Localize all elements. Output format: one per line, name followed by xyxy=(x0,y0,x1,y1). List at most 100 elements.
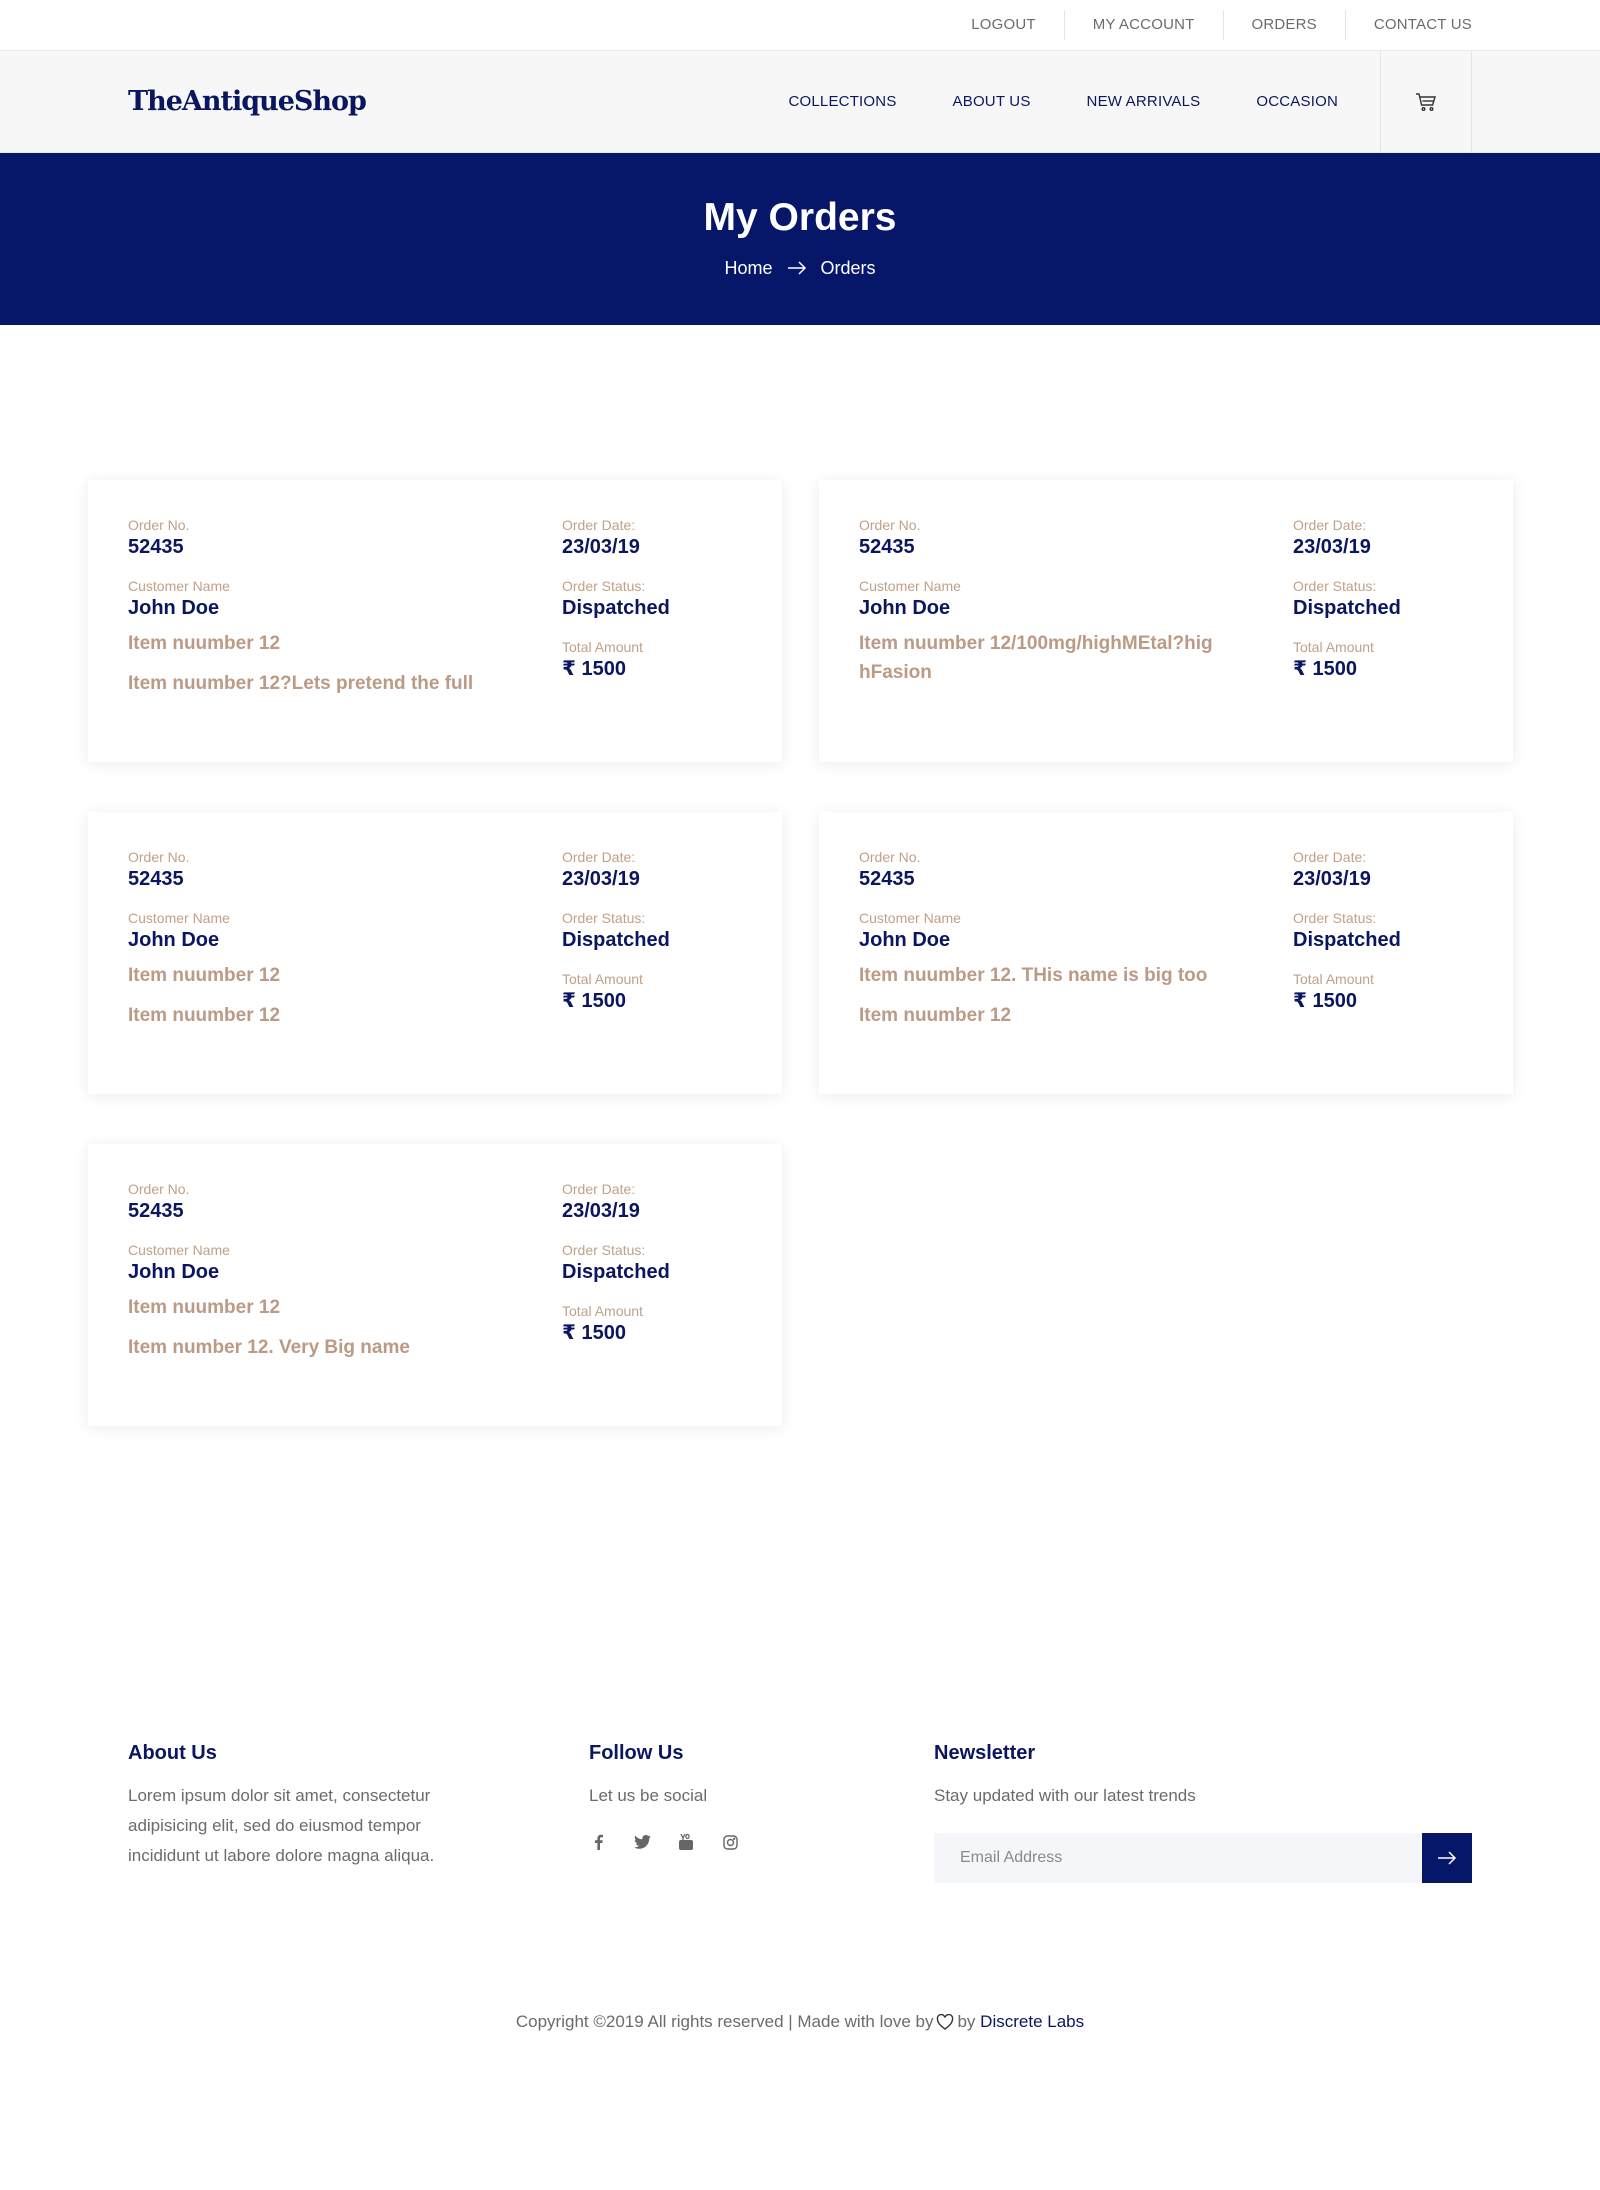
email-field[interactable] xyxy=(934,1833,1422,1883)
arrow-right-icon xyxy=(1438,1851,1457,1865)
top-utility-bar: LOGOUT MY ACCOUNT ORDERS CONTACT US xyxy=(0,0,1600,51)
nav-collections[interactable]: COLLECTIONS xyxy=(788,93,896,110)
subscribe-button[interactable] xyxy=(1422,1833,1472,1883)
order-date-value: 23/03/19 xyxy=(1293,868,1371,890)
customer-name-label: Customer Name xyxy=(859,910,961,926)
order-date-value: 23/03/19 xyxy=(562,1200,640,1222)
breadcrumb-orders: Orders xyxy=(820,257,876,278)
order-item: Item number 12. Very Big name xyxy=(128,1337,410,1358)
copyright-by: by xyxy=(957,2012,976,2031)
footer-about: About Us Lorem ipsum dolor sit amet, con… xyxy=(128,1742,448,1871)
order-status-value: Dispatched xyxy=(1293,929,1401,951)
footer-follow: Follow Us Let us be social xyxy=(589,1742,839,1851)
my-account-link[interactable]: MY ACCOUNT xyxy=(1063,10,1223,40)
order-item: Item nuumber 12 xyxy=(128,1297,281,1318)
order-card: Order No. 52435 Customer Name John Doe I… xyxy=(88,812,782,1094)
order-date-label: Order Date: xyxy=(562,1181,636,1197)
site-logo[interactable]: TheAntiqueShop xyxy=(128,86,367,117)
order-item: Item nuumber 12?Lets pretend the full xyxy=(128,673,474,694)
nav-new-arrivals[interactable]: NEW ARRIVALS xyxy=(1087,93,1201,110)
customer-name-label: Customer Name xyxy=(128,1242,230,1258)
newsletter-form xyxy=(934,1833,1472,1883)
footer-newsletter-title: Newsletter xyxy=(934,1742,1036,1764)
order-date-label: Order Date: xyxy=(562,849,636,865)
heart-icon xyxy=(937,2013,954,2030)
total-amount-label: Total Amount xyxy=(1293,639,1374,655)
order-status-value: Dispatched xyxy=(1293,597,1401,619)
contact-us-link[interactable]: CONTACT US xyxy=(1344,10,1472,40)
order-date-value: 23/03/19 xyxy=(1293,536,1371,558)
order-item: Item nuumber 12. THis name is big too xyxy=(859,965,1208,986)
nav-occasion[interactable]: OCCASION xyxy=(1256,93,1338,110)
page-title: My Orders xyxy=(703,195,897,239)
order-no-value: 52435 xyxy=(128,868,184,890)
customer-name-value: John Doe xyxy=(859,597,951,619)
footer-about-text: Lorem ipsum dolor sit amet, consectetur … xyxy=(128,1786,435,1865)
order-date-label: Order Date: xyxy=(562,517,636,533)
customer-name-value: John Doe xyxy=(128,929,220,951)
order-no-value: 52435 xyxy=(859,536,915,558)
page-hero: My Orders Home Orders xyxy=(0,153,1600,325)
order-status-label: Order Status: xyxy=(562,910,646,926)
customer-name-value: John Doe xyxy=(128,597,220,619)
order-status-value: Dispatched xyxy=(562,1261,670,1283)
cart-icon xyxy=(1416,92,1436,111)
order-item: Item nuumber 12/100mg/highMEtal?highFasi… xyxy=(859,633,1213,683)
order-item: Item nuumber 12 xyxy=(128,1005,281,1026)
order-no-label: Order No. xyxy=(128,1181,190,1197)
cart-button[interactable] xyxy=(1380,50,1472,153)
order-no-value: 52435 xyxy=(128,1200,184,1222)
order-date-value: 23/03/19 xyxy=(562,536,640,558)
main-navigation: TheAntiqueShop COLLECTIONS ABOUT US NEW … xyxy=(0,50,1600,153)
logout-link[interactable]: LOGOUT xyxy=(943,10,1064,40)
order-status-value: Dispatched xyxy=(562,597,670,619)
order-card: Order No. 52435 Customer Name John Doe I… xyxy=(819,812,1513,1094)
twitter-icon[interactable] xyxy=(633,1833,651,1851)
customer-name-value: John Doe xyxy=(859,929,951,951)
facebook-icon[interactable] xyxy=(589,1833,607,1851)
customer-name-value: John Doe xyxy=(128,1261,220,1283)
order-status-label: Order Status: xyxy=(562,578,646,594)
order-status-label: Order Status: xyxy=(1293,910,1377,926)
nav-links: COLLECTIONS ABOUT US NEW ARRIVALS OCCASI… xyxy=(788,50,1472,153)
customer-name-label: Customer Name xyxy=(128,910,230,926)
order-item: Item nuumber 12 xyxy=(128,965,281,986)
instagram-icon[interactable] xyxy=(721,1833,739,1851)
total-amount-value: ₹ 1500 xyxy=(562,658,626,680)
order-status-value: Dispatched xyxy=(562,929,670,951)
order-no-value: 52435 xyxy=(859,868,915,890)
youtube-icon[interactable] xyxy=(677,1833,695,1851)
order-no-label: Order No. xyxy=(128,849,190,865)
footer-follow-title: Follow Us xyxy=(589,1742,684,1764)
footer-follow-text: Let us be social xyxy=(589,1786,708,1805)
customer-name-label: Customer Name xyxy=(128,578,230,594)
total-amount-label: Total Amount xyxy=(1293,971,1374,987)
order-item: Item nuumber 12 xyxy=(859,1005,1012,1026)
social-links xyxy=(589,1833,839,1851)
order-date-label: Order Date: xyxy=(1293,849,1367,865)
order-status-label: Order Status: xyxy=(562,1242,646,1258)
customer-name-label: Customer Name xyxy=(859,578,961,594)
copyright-line: Copyright ©2019 All rights reserved | Ma… xyxy=(0,2012,1600,2032)
order-no-label: Order No. xyxy=(859,517,921,533)
footer-about-title: About Us xyxy=(128,1742,217,1764)
breadcrumb-home[interactable]: Home xyxy=(724,258,772,279)
order-card: Order No. 52435 Customer Name John Doe I… xyxy=(819,480,1513,762)
total-amount-label: Total Amount xyxy=(562,1303,643,1319)
total-amount-value: ₹ 1500 xyxy=(562,1322,626,1344)
nav-about-us[interactable]: ABOUT US xyxy=(953,93,1031,110)
footer-newsletter-text: Stay updated with our latest trends xyxy=(934,1786,1196,1805)
order-no-label: Order No. xyxy=(859,849,921,865)
order-card: Order No. 52435 Customer Name John Doe I… xyxy=(88,480,782,762)
order-date-label: Order Date: xyxy=(1293,517,1367,533)
total-amount-value: ₹ 1500 xyxy=(1293,658,1357,680)
total-amount-label: Total Amount xyxy=(562,639,643,655)
brand-link[interactable]: Discrete Labs xyxy=(980,2012,1084,2031)
order-card: Order No. 52435 Customer Name John Doe I… xyxy=(88,1144,782,1426)
total-amount-value: ₹ 1500 xyxy=(562,990,626,1012)
orders-link[interactable]: ORDERS xyxy=(1222,10,1345,40)
order-status-label: Order Status: xyxy=(1293,578,1377,594)
breadcrumb: Home Orders xyxy=(724,258,875,279)
order-date-value: 23/03/19 xyxy=(562,868,640,890)
arrow-right-icon xyxy=(787,261,806,275)
